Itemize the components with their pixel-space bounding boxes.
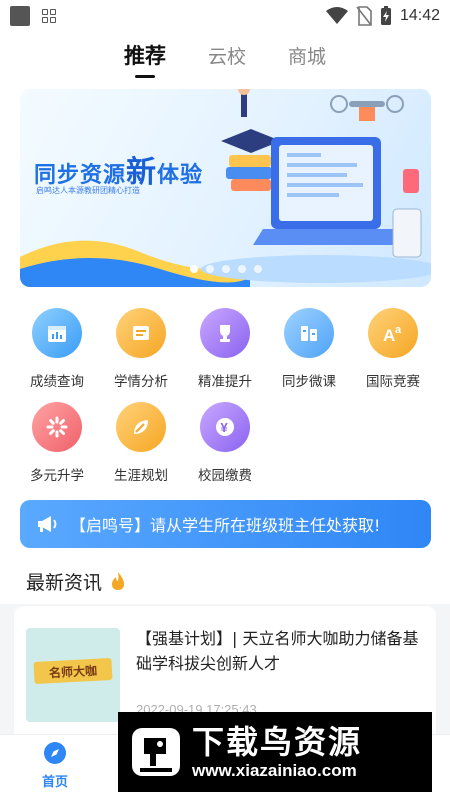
battery-charging-icon xyxy=(380,6,391,25)
no-sim-icon xyxy=(356,6,372,26)
calendar-chart-icon xyxy=(32,308,82,358)
banner-carousel[interactable]: 同步资源新体验 启鸣达人本源教研团精心打造 xyxy=(20,89,431,287)
nav-home-tab[interactable]: 首页 xyxy=(30,741,80,790)
burst-icon xyxy=(32,402,82,452)
compass-icon xyxy=(44,742,66,764)
status-time: 14:42 xyxy=(399,7,440,24)
notice-text: 【启鸣号】请从学生所在班级班主任处获取! xyxy=(70,516,381,535)
fire-icon xyxy=(112,572,125,590)
tab-cloud-school[interactable]: 云校 xyxy=(208,42,246,75)
grid-item-label: 成绩查询 xyxy=(30,374,84,390)
grid-item-label: 国际竞赛 xyxy=(366,374,420,390)
banner-dot[interactable] xyxy=(190,265,198,273)
svg-text:¥: ¥ xyxy=(221,420,229,435)
banner-dot[interactable] xyxy=(222,265,230,273)
yuan-icon: ¥ xyxy=(200,402,250,452)
svg-text:a: a xyxy=(395,324,402,336)
news-title: 【强基计划】| 天立名师大咖助力储备基础学科拔尖创新人才 xyxy=(136,629,419,673)
grid-item-diverse-admission[interactable]: 多元升学 xyxy=(17,402,97,484)
watermark-title: 下载鸟资源 xyxy=(192,723,363,761)
grid-item-label: 多元升学 xyxy=(30,468,84,484)
report-icon xyxy=(116,308,166,358)
banner-dot[interactable] xyxy=(206,265,214,273)
news-section-title: 最新资讯 xyxy=(26,571,103,594)
grid-item-international-contest[interactable]: Aa 国际竞赛 xyxy=(353,308,433,390)
megaphone-icon xyxy=(38,516,57,532)
svg-text:A: A xyxy=(383,326,395,345)
grid-item-label: 精准提升 xyxy=(198,374,252,390)
grid-item-career-planning[interactable]: 生涯规划 xyxy=(101,402,181,484)
banner-dot[interactable] xyxy=(254,265,262,273)
grid-item-label: 校园缴费 xyxy=(198,468,252,484)
trophy-icon xyxy=(200,308,250,358)
status-bar: 14:42 xyxy=(0,0,450,32)
letters-icon: Aa xyxy=(368,308,418,358)
banner-dot[interactable] xyxy=(238,265,246,273)
grid-item-label: 同步微课 xyxy=(282,374,336,390)
banner-illustration xyxy=(201,89,431,283)
feature-grid: 成绩查询 学情分析 精准提升 同步微课 Aa 国际竞赛 多元升学 生涯规划 ¥ … xyxy=(0,296,450,496)
grid-item-sync-micro-course[interactable]: 同步微课 xyxy=(269,308,349,390)
banner-pagination xyxy=(190,265,262,273)
notification-square-icon xyxy=(10,6,30,26)
books-icon xyxy=(284,308,334,358)
grid-item-campus-payment[interactable]: ¥ 校园缴费 xyxy=(185,402,265,484)
banner-subtitle: 启鸣达人本源教研团精心打造 xyxy=(36,186,140,195)
leaf-icon xyxy=(116,402,166,452)
nav-home-label: 首页 xyxy=(41,775,68,790)
news-header: 最新资讯 xyxy=(0,558,450,604)
banner-section: 同步资源新体验 启鸣达人本源教研团精心打造 xyxy=(0,84,450,296)
news-thumbnail: 名师大咖 xyxy=(26,628,120,722)
tab-mall[interactable]: 商城 xyxy=(288,42,326,75)
grid-item-label: 生涯规划 xyxy=(114,468,168,484)
notice-banner[interactable]: 【启鸣号】请从学生所在班级班主任处获取! xyxy=(20,500,431,548)
notice-section: 【启鸣号】请从学生所在班级班主任处获取! xyxy=(0,496,450,558)
watermark-url: www.xiazainiao.com xyxy=(192,761,357,780)
grid-item-score-query[interactable]: 成绩查询 xyxy=(17,308,97,390)
wifi-icon xyxy=(325,7,348,24)
tab-recommend[interactable]: 推荐 xyxy=(124,40,166,76)
watermark-overlay: 下载鸟资源 www.xiazainiao.com xyxy=(118,712,432,792)
top-tabs: 推荐 云校 商城 xyxy=(0,32,450,84)
thumbnail-badge: 名师大咖 xyxy=(33,657,113,685)
grid-item-learning-analysis[interactable]: 学情分析 xyxy=(101,308,181,390)
grid-item-label: 学情分析 xyxy=(114,374,168,390)
app-grid-icon xyxy=(42,9,56,23)
grid-item-precise-improve[interactable]: 精准提升 xyxy=(185,308,265,390)
bird-logo-icon xyxy=(132,728,180,776)
